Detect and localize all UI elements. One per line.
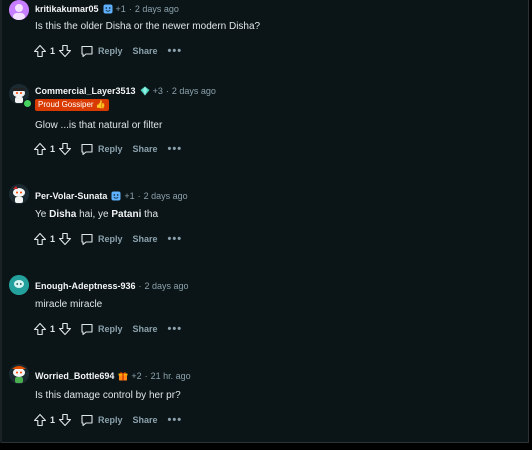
reply-label: Reply: [98, 415, 123, 425]
body-text: tha: [141, 209, 159, 220]
user-flair: Proud Gossiper 👍: [35, 99, 109, 111]
body-text: hai, ye: [76, 209, 112, 220]
upvote-icon[interactable]: [33, 413, 47, 427]
vote-count: 1: [50, 415, 56, 425]
username-link[interactable]: Worried_Bottle694: [35, 371, 114, 381]
share-button[interactable]: Share: [133, 415, 158, 425]
comment-actions: 1 Reply Share •••: [33, 231, 182, 247]
vote-count: 1: [50, 144, 56, 154]
comment-body: Is this damage control by her pr?: [35, 390, 181, 401]
timestamp[interactable]: 2 days ago: [172, 86, 216, 96]
more-options-button[interactable]: •••: [168, 323, 183, 335]
reply-button[interactable]: Reply: [80, 44, 123, 58]
comments-panel: kritikakumar05 +1 · 2 days ago Is this t…: [0, 0, 529, 443]
comment-meta: Enough-Adeptness-936 · 2 days ago: [35, 279, 189, 293]
reply-button[interactable]: Reply: [80, 232, 123, 246]
vote-count: 1: [50, 46, 56, 56]
online-status-indicator: [23, 99, 32, 108]
avatar[interactable]: [9, 275, 29, 295]
comment-body: Glow ...is that natural or filter: [35, 120, 163, 131]
comment-meta: Commercial_Layer3513 +3 · 2 days ago: [35, 84, 216, 98]
downvote-icon[interactable]: [58, 322, 72, 336]
share-button[interactable]: Share: [133, 324, 158, 334]
more-options-button[interactable]: •••: [168, 233, 183, 245]
reply-button[interactable]: Reply: [80, 142, 123, 156]
upvote-icon[interactable]: [33, 142, 47, 156]
meta-separator: ·: [137, 191, 141, 201]
username-link[interactable]: Commercial_Layer3513: [35, 86, 136, 96]
user-avatar-icon: [9, 275, 29, 295]
user-avatar-icon: [9, 0, 29, 20]
karma-count: +2: [131, 371, 142, 381]
comment-bubble-icon: [81, 143, 93, 156]
meta-separator: ·: [144, 371, 148, 381]
comment-bubble-icon: [81, 414, 93, 427]
comment-bubble-icon: [81, 45, 93, 58]
comment-meta: kritikakumar05 +1 · 2 days ago: [35, 2, 179, 16]
timestamp[interactable]: 2 days ago: [144, 191, 188, 201]
gift-badge-icon: [118, 372, 128, 381]
username-link[interactable]: Per-Volar-Sunata: [35, 191, 107, 201]
comment-body: Is this the older Disha or the newer mod…: [35, 21, 261, 32]
timestamp[interactable]: 2 days ago: [135, 4, 179, 14]
more-options-button[interactable]: •••: [168, 143, 183, 155]
upvote-icon[interactable]: [33, 322, 47, 336]
meta-separator: ·: [128, 4, 132, 14]
more-options-button[interactable]: •••: [168, 414, 183, 426]
comment-actions: 1 Reply Share •••: [33, 321, 182, 337]
comment-actions: 1 Reply Share •••: [33, 141, 182, 157]
avatar[interactable]: [9, 0, 29, 20]
reply-label: Reply: [98, 46, 123, 56]
username-link[interactable]: kritikakumar05: [35, 4, 99, 14]
share-button[interactable]: Share: [133, 46, 158, 56]
comment-bubble-icon: [81, 323, 93, 336]
diamond-badge-icon: [140, 86, 150, 96]
body-bold-text: Patani: [111, 209, 142, 220]
reply-label: Reply: [98, 234, 123, 244]
more-options-button[interactable]: •••: [168, 45, 183, 57]
username-link[interactable]: Enough-Adeptness-936: [35, 281, 136, 291]
smile-badge-icon: [111, 191, 121, 201]
meta-separator: ·: [138, 281, 142, 291]
vote-count: 1: [50, 324, 56, 334]
downvote-icon[interactable]: [58, 142, 72, 156]
body-bold-text: Disha: [49, 209, 77, 220]
vote-count: 1: [50, 234, 56, 244]
timestamp[interactable]: 2 days ago: [145, 281, 189, 291]
body-text: Ye: [35, 209, 50, 220]
reply-label: Reply: [98, 324, 123, 334]
share-button[interactable]: Share: [133, 234, 158, 244]
avatar[interactable]: [9, 364, 29, 384]
karma-count: +3: [152, 86, 163, 96]
downvote-icon[interactable]: [58, 232, 72, 246]
snoo-avatar-icon: [9, 364, 29, 384]
timestamp[interactable]: 21 hr. ago: [151, 371, 191, 381]
comment-actions: 1 Reply Share •••: [33, 43, 182, 59]
downvote-icon[interactable]: [58, 44, 72, 58]
reply-button[interactable]: Reply: [80, 322, 123, 336]
avatar[interactable]: [9, 184, 29, 204]
comment-body: miracle miracle: [35, 299, 103, 310]
upvote-icon[interactable]: [33, 44, 47, 58]
upvote-icon[interactable]: [33, 232, 47, 246]
reply-button[interactable]: Reply: [80, 413, 123, 427]
comment-body: Ye Disha hai, ye Patani tha: [35, 209, 158, 220]
comment-bubble-icon: [81, 233, 93, 246]
karma-count: +1: [124, 191, 135, 201]
comment-actions: 1 Reply Share •••: [33, 412, 182, 428]
reply-label: Reply: [98, 144, 123, 154]
karma-count: +1: [115, 4, 126, 14]
snoo-avatar-icon: [9, 184, 29, 204]
thread-line: [0, 0, 2, 442]
share-button[interactable]: Share: [133, 144, 158, 154]
downvote-icon[interactable]: [58, 413, 72, 427]
comment-meta: Per-Volar-Sunata +1 · 2 days ago: [35, 189, 188, 203]
comment-meta: Worried_Bottle694 +2 · 21 hr. ago: [35, 369, 191, 383]
smile-badge-icon: [103, 4, 113, 14]
meta-separator: ·: [165, 86, 169, 96]
